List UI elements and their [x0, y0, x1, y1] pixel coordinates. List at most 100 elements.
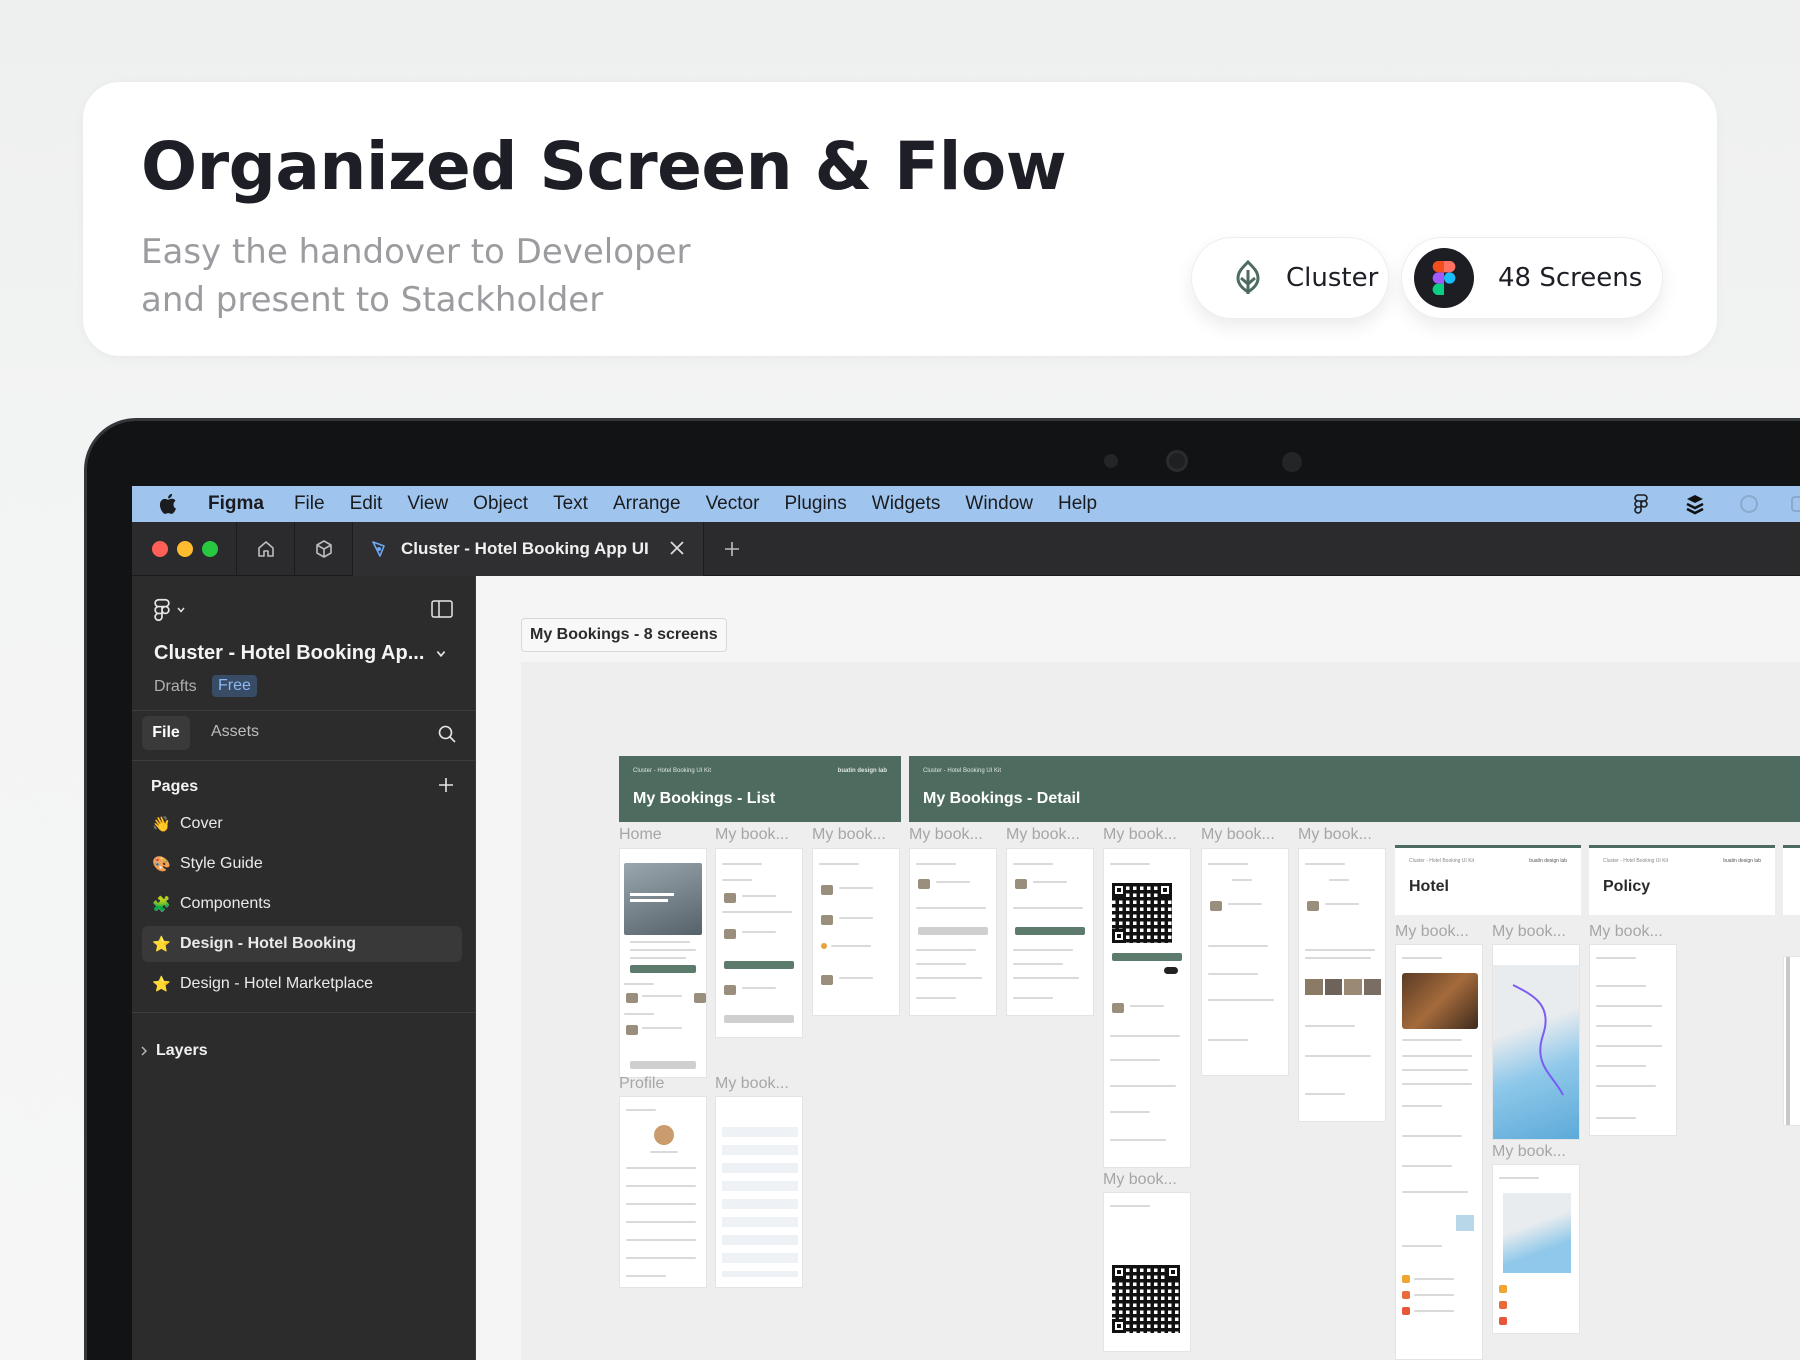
thumbnail — [626, 993, 638, 1003]
frame-label[interactable]: My book... — [715, 826, 789, 844]
menu-arrange[interactable]: Arrange — [613, 493, 681, 515]
frame-label[interactable]: My book... — [1006, 826, 1080, 844]
list-line — [936, 881, 970, 883]
tab-file[interactable]: File — [142, 716, 190, 750]
screen-booking-detail-3[interactable] — [1201, 848, 1289, 1076]
screen-map-places[interactable] — [1492, 1164, 1580, 1334]
map-view — [1503, 1193, 1571, 1273]
frame-label-profile[interactable]: Profile — [619, 1075, 664, 1093]
menu-plugins[interactable]: Plugins — [784, 493, 846, 515]
poi-icon — [1499, 1285, 1507, 1293]
list-line — [1208, 999, 1274, 1001]
search-icon[interactable] — [437, 724, 457, 744]
screen-booking-qr[interactable] — [1103, 848, 1191, 1168]
main-menu-button[interactable] — [154, 598, 186, 622]
new-tab-button[interactable] — [704, 522, 760, 576]
list-line — [916, 997, 956, 999]
list-line — [839, 977, 873, 979]
menu-text[interactable]: Text — [553, 493, 588, 515]
title-line — [1013, 863, 1053, 865]
header-my-bookings-list[interactable]: Cluster - Hotel Booking UI Kit buatin de… — [619, 756, 901, 822]
screen-booking-detail-2[interactable] — [1006, 848, 1094, 1016]
screen-hotel-map[interactable] — [1492, 944, 1580, 1140]
clipped-status-icon[interactable] — [1790, 491, 1800, 517]
layers-section-toggle[interactable]: Layers — [140, 1042, 208, 1060]
screen-hotel-detail[interactable] — [1395, 944, 1483, 1360]
plan-badge[interactable]: Free — [212, 675, 257, 697]
home-button[interactable] — [236, 521, 294, 576]
frame-label[interactable]: My book... — [812, 826, 886, 844]
toggle-switch — [1164, 967, 1178, 974]
minimize-window-button[interactable] — [177, 540, 193, 557]
screens-count-label: 48 Screens — [1498, 263, 1643, 293]
page-item-style-guide[interactable]: 🎨 Style Guide — [142, 846, 462, 882]
community-button[interactable] — [294, 521, 352, 576]
screen-clipped[interactable] — [1783, 956, 1800, 1126]
screen-active-bookings[interactable] — [715, 848, 803, 1038]
divider — [132, 1012, 475, 1013]
frame-hotel-header[interactable]: Cluster - Hotel Booking UI Kit buatin de… — [1395, 845, 1581, 915]
frame-label[interactable]: My book... — [1492, 1143, 1566, 1161]
list-line — [626, 1257, 696, 1259]
frame-label[interactable]: My book... — [1395, 923, 1469, 941]
menu-edit[interactable]: Edit — [350, 493, 383, 515]
screen-booking-review[interactable] — [1298, 848, 1386, 1122]
page-item-design-hotel-marketplace[interactable]: ⭐ Design - Hotel Marketplace — [142, 966, 462, 1002]
menu-file[interactable]: File — [294, 493, 325, 515]
file-name[interactable]: Cluster - Hotel Booking Ap... — [154, 642, 424, 665]
screen-loading[interactable] — [715, 1096, 803, 1288]
frame-clipped-header[interactable] — [1783, 845, 1800, 915]
frame-label[interactable]: My book... — [1201, 826, 1275, 844]
frame-label-home[interactable]: Home — [619, 826, 662, 844]
skeleton-placeholder — [722, 1127, 798, 1277]
screen-booking-history[interactable] — [812, 848, 900, 1016]
list-line — [1228, 903, 1262, 905]
sync-status-icon[interactable] — [1736, 491, 1762, 517]
section-label[interactable]: My Bookings - 8 screens — [521, 618, 727, 652]
header-my-bookings-detail[interactable]: Cluster - Hotel Booking UI Kit My Bookin… — [909, 756, 1800, 822]
form-line — [630, 949, 696, 951]
frame-label[interactable]: My book... — [1492, 923, 1566, 941]
menu-view[interactable]: View — [407, 493, 448, 515]
file-menu-chevron-icon[interactable] — [435, 648, 447, 660]
tab-assets[interactable]: Assets — [211, 723, 259, 741]
screen-booking-detail[interactable] — [909, 848, 997, 1016]
menu-widgets[interactable]: Widgets — [872, 493, 941, 515]
add-page-icon[interactable] — [437, 776, 455, 794]
maximize-window-button[interactable] — [202, 540, 218, 557]
route-path — [1512, 984, 1564, 1096]
menu-window[interactable]: Window — [965, 493, 1033, 515]
toggle-sidebar-button[interactable] — [431, 600, 453, 623]
close-tab-icon[interactable] — [667, 538, 687, 558]
menu-vector[interactable]: Vector — [706, 493, 760, 515]
figma-menubar-icon[interactable] — [1628, 491, 1654, 517]
page-item-label: Cover — [180, 815, 223, 832]
page-item-cover[interactable]: 👋 Cover — [142, 806, 462, 842]
page-item-design-hotel-booking[interactable]: ⭐ Design - Hotel Booking — [142, 926, 462, 962]
thumbnail — [1112, 1003, 1124, 1013]
menu-help[interactable]: Help — [1058, 493, 1097, 515]
screen-qr-code[interactable] — [1103, 1192, 1191, 1352]
file-tab[interactable]: Cluster - Hotel Booking App UI Ki — [352, 521, 704, 576]
menu-app-figma[interactable]: Figma — [208, 493, 264, 515]
design-canvas[interactable]: My Bookings - 8 screens Cluster - Hotel … — [477, 576, 1800, 1360]
stack-app-icon[interactable] — [1682, 491, 1708, 517]
project-location[interactable]: Drafts — [154, 678, 197, 696]
page-item-components[interactable]: 🧩 Components — [142, 886, 462, 922]
close-window-button[interactable] — [152, 540, 168, 557]
screen-profile[interactable] — [619, 1096, 707, 1288]
screen-policy[interactable] — [1589, 944, 1677, 1136]
frame-label[interactable]: My book... — [1103, 1171, 1177, 1189]
list-line — [1402, 1083, 1472, 1085]
frame-label[interactable]: My book... — [1298, 826, 1372, 844]
qr-corner — [1158, 883, 1172, 897]
frame-label[interactable]: My book... — [1589, 923, 1663, 941]
screen-home[interactable] — [619, 848, 707, 1078]
apple-icon[interactable] — [158, 493, 188, 515]
frame-label[interactable]: My book... — [1103, 826, 1177, 844]
menu-object[interactable]: Object — [473, 493, 528, 515]
frame-label[interactable]: My book... — [909, 826, 983, 844]
frame-policy-header[interactable]: Cluster - Hotel Booking UI Kit buatin de… — [1589, 845, 1775, 915]
frame-label[interactable]: My book... — [715, 1075, 789, 1093]
list-line — [1013, 949, 1073, 951]
